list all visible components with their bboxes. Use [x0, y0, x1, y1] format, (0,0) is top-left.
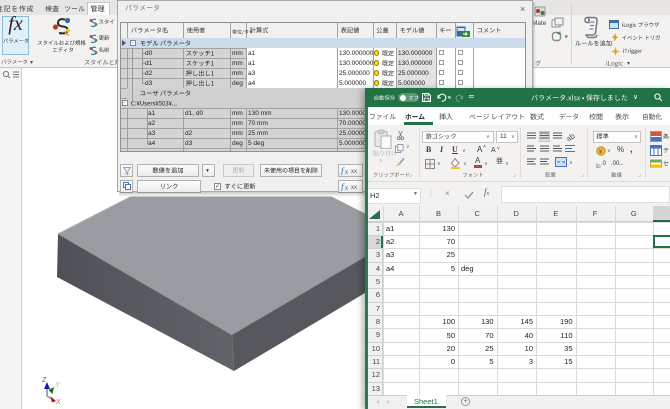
svg-text:xx: xx	[351, 185, 357, 191]
svg-text:X: X	[55, 399, 61, 406]
svg-text:00: 00	[596, 164, 601, 168]
svg-text:¥: ¥	[599, 149, 603, 156]
svg-text:x: x	[345, 170, 348, 175]
svg-text:ab: ab	[566, 131, 576, 141]
svg-text:Y: Y	[55, 382, 61, 389]
svg-text:Z: Z	[41, 377, 47, 384]
svg-text:→: →	[618, 161, 624, 167]
svg-text:xx: xx	[351, 169, 357, 175]
svg-text:x: x	[345, 186, 348, 191]
